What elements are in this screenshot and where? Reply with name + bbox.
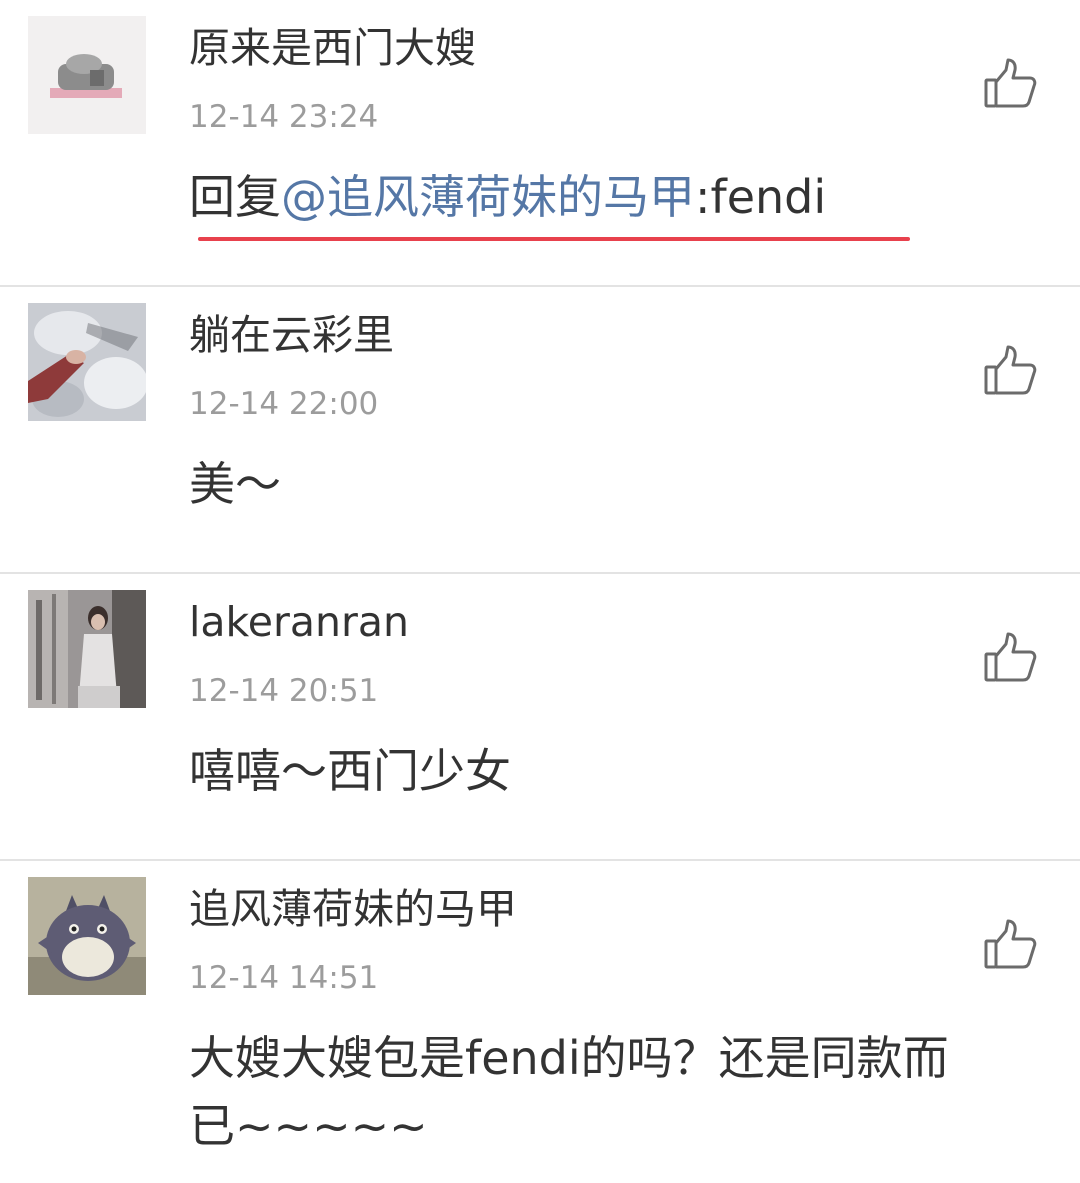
username[interactable]: 躺在云彩里 bbox=[189, 309, 394, 361]
comment-text: 回复@追风薄荷妹的马甲:fendi bbox=[189, 163, 989, 231]
avatar-image bbox=[28, 590, 146, 708]
thumbs-up-icon[interactable] bbox=[982, 917, 1038, 973]
reply-prefix: 回复 bbox=[189, 170, 281, 224]
comment-text: 嘻嘻～西门少女 bbox=[189, 744, 511, 798]
comment-body: :fendi bbox=[695, 170, 827, 224]
comment-item: 追风薄荷妹的马甲 12-14 14:51 大嫂大嫂包是fendi的吗？还是同款而… bbox=[0, 861, 1080, 1181]
comment-time: 12-14 23:24 bbox=[189, 99, 379, 135]
avatar[interactable] bbox=[28, 877, 146, 995]
comment-text: 大嫂大嫂包是fendi的吗？还是同款而已~~~~~ bbox=[189, 1031, 949, 1153]
avatar[interactable] bbox=[28, 590, 146, 708]
thumbs-up-icon[interactable] bbox=[982, 56, 1038, 112]
username[interactable]: 原来是西门大嫂 bbox=[189, 22, 476, 74]
thumbs-up-icon[interactable] bbox=[982, 343, 1038, 399]
comment-item: 躺在云彩里 12-14 22:00 美～ bbox=[0, 287, 1080, 574]
avatar-image bbox=[28, 16, 146, 134]
avatar[interactable] bbox=[28, 303, 146, 421]
highlight-underline bbox=[198, 237, 910, 241]
thumbs-up-icon[interactable] bbox=[982, 630, 1038, 686]
comment-list: 原来是西门大嫂 12-14 23:24 回复@追风薄荷妹的马甲:fendi 躺在… bbox=[0, 0, 1080, 1181]
mention-link[interactable]: @追风薄荷妹的马甲 bbox=[281, 170, 695, 224]
username[interactable]: lakeranran bbox=[189, 596, 409, 648]
username[interactable]: 追风薄荷妹的马甲 bbox=[189, 883, 517, 935]
avatar-image bbox=[28, 303, 146, 421]
avatar[interactable] bbox=[28, 16, 146, 134]
comment-time: 12-14 14:51 bbox=[189, 960, 379, 996]
comment-item: lakeranran 12-14 20:51 嘻嘻～西门少女 bbox=[0, 574, 1080, 861]
comment-item: 原来是西门大嫂 12-14 23:24 回复@追风薄荷妹的马甲:fendi bbox=[0, 0, 1080, 287]
comment-time: 12-14 20:51 bbox=[189, 673, 379, 709]
comment-time: 12-14 22:00 bbox=[189, 386, 379, 422]
avatar-image bbox=[28, 877, 146, 995]
comment-text: 美～ bbox=[189, 457, 281, 511]
